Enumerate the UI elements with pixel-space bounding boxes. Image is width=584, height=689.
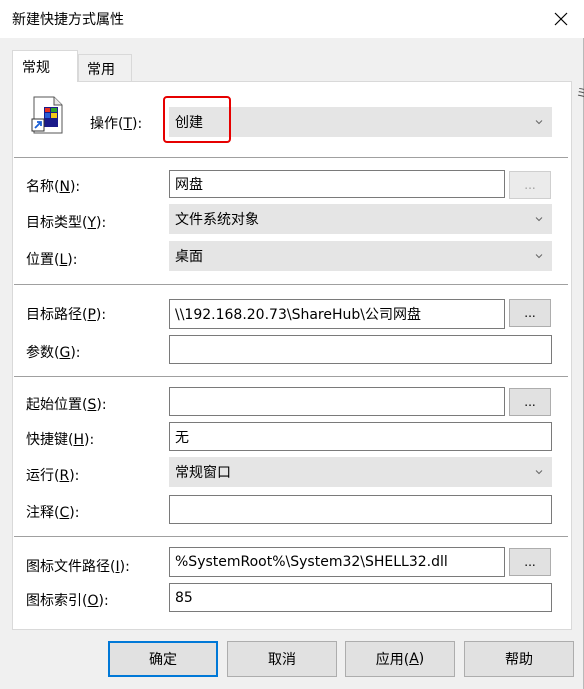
target-type-select[interactable]: 文件系统对象 <box>169 204 552 234</box>
run-select[interactable]: 常规窗口 <box>169 457 552 487</box>
tab-label: 常规 <box>22 59 50 76</box>
target-path-value: \\192.168.20.73\ShareHub\公司网盘 <box>175 307 421 323</box>
tab-general[interactable]: 常规 <box>12 50 78 82</box>
location-select[interactable]: 桌面 <box>169 241 552 271</box>
chevron-down-icon <box>535 470 543 475</box>
icon-path-label: 图标文件路径(I): <box>26 559 130 575</box>
target-path-field[interactable]: \\192.168.20.73\ShareHub\公司网盘 <box>169 299 505 329</box>
tab-label: 常用 <box>87 61 115 78</box>
close-button[interactable] <box>538 0 584 38</box>
name-field[interactable]: 网盘 <box>169 170 505 198</box>
chevron-down-icon <box>535 254 543 259</box>
comment-label: 注释(C): <box>26 505 80 521</box>
operation-label: 操作(T): <box>90 116 143 132</box>
cancel-button[interactable]: 取消 <box>227 641 337 677</box>
target-type-value: 文件系统对象 <box>175 212 259 228</box>
ok-button[interactable]: 确定 <box>108 641 218 677</box>
name-browse-button[interactable]: ... <box>509 171 551 199</box>
icon-index-value: 85 <box>175 589 193 606</box>
properties-dialog: 新建快捷方式属性 ミ 常规 常用 操作(T): 创建 名称(N): 网盘 ...… <box>0 0 584 689</box>
help-button[interactable]: 帮助 <box>464 641 574 677</box>
chevron-down-icon <box>535 217 543 222</box>
annotation-highlight-box <box>163 96 231 143</box>
icon-index-label: 图标索引(O): <box>26 593 109 609</box>
shortcut-file-icon <box>28 95 68 135</box>
target-path-label: 目标路径(P): <box>26 307 107 323</box>
window-title: 新建快捷方式属性 <box>12 12 124 28</box>
icon-index-field[interactable]: 85 <box>169 583 552 612</box>
location-value: 桌面 <box>175 249 203 265</box>
comment-field[interactable] <box>169 495 552 524</box>
target-path-browse-button[interactable]: ... <box>509 299 551 327</box>
run-label: 运行(R): <box>26 468 80 484</box>
icon-path-value: %SystemRoot%\System32\SHELL32.dll <box>175 554 448 570</box>
apply-button[interactable]: 应用(A) <box>345 641 455 677</box>
start-in-browse-button[interactable]: ... <box>509 388 551 416</box>
hotkey-field[interactable]: 无 <box>169 422 552 451</box>
target-type-label: 目标类型(Y): <box>26 215 107 231</box>
start-in-label: 起始位置(S): <box>26 397 107 413</box>
tab-common[interactable]: 常用 <box>78 54 132 82</box>
location-label: 位置(L): <box>26 252 78 268</box>
hotkey-label: 快捷键(H): <box>26 432 95 448</box>
arguments-label: 参数(G): <box>26 345 81 361</box>
chevron-down-icon <box>535 120 543 125</box>
icon-path-browse-button[interactable]: ... <box>509 548 551 576</box>
arguments-field[interactable] <box>169 335 552 364</box>
start-in-field[interactable] <box>169 387 505 416</box>
divider <box>14 157 568 158</box>
name-label: 名称(N): <box>26 179 81 195</box>
title-bar: 新建快捷方式属性 <box>0 0 584 38</box>
divider <box>14 536 568 537</box>
name-value: 网盘 <box>175 177 203 193</box>
divider <box>14 284 568 285</box>
icon-path-field[interactable]: %SystemRoot%\System32\SHELL32.dll <box>169 547 505 577</box>
divider <box>14 376 568 377</box>
hotkey-value: 无 <box>175 429 189 446</box>
stray-glyph: ミ <box>576 86 584 100</box>
run-value: 常规窗口 <box>175 465 231 481</box>
close-icon <box>554 12 568 26</box>
